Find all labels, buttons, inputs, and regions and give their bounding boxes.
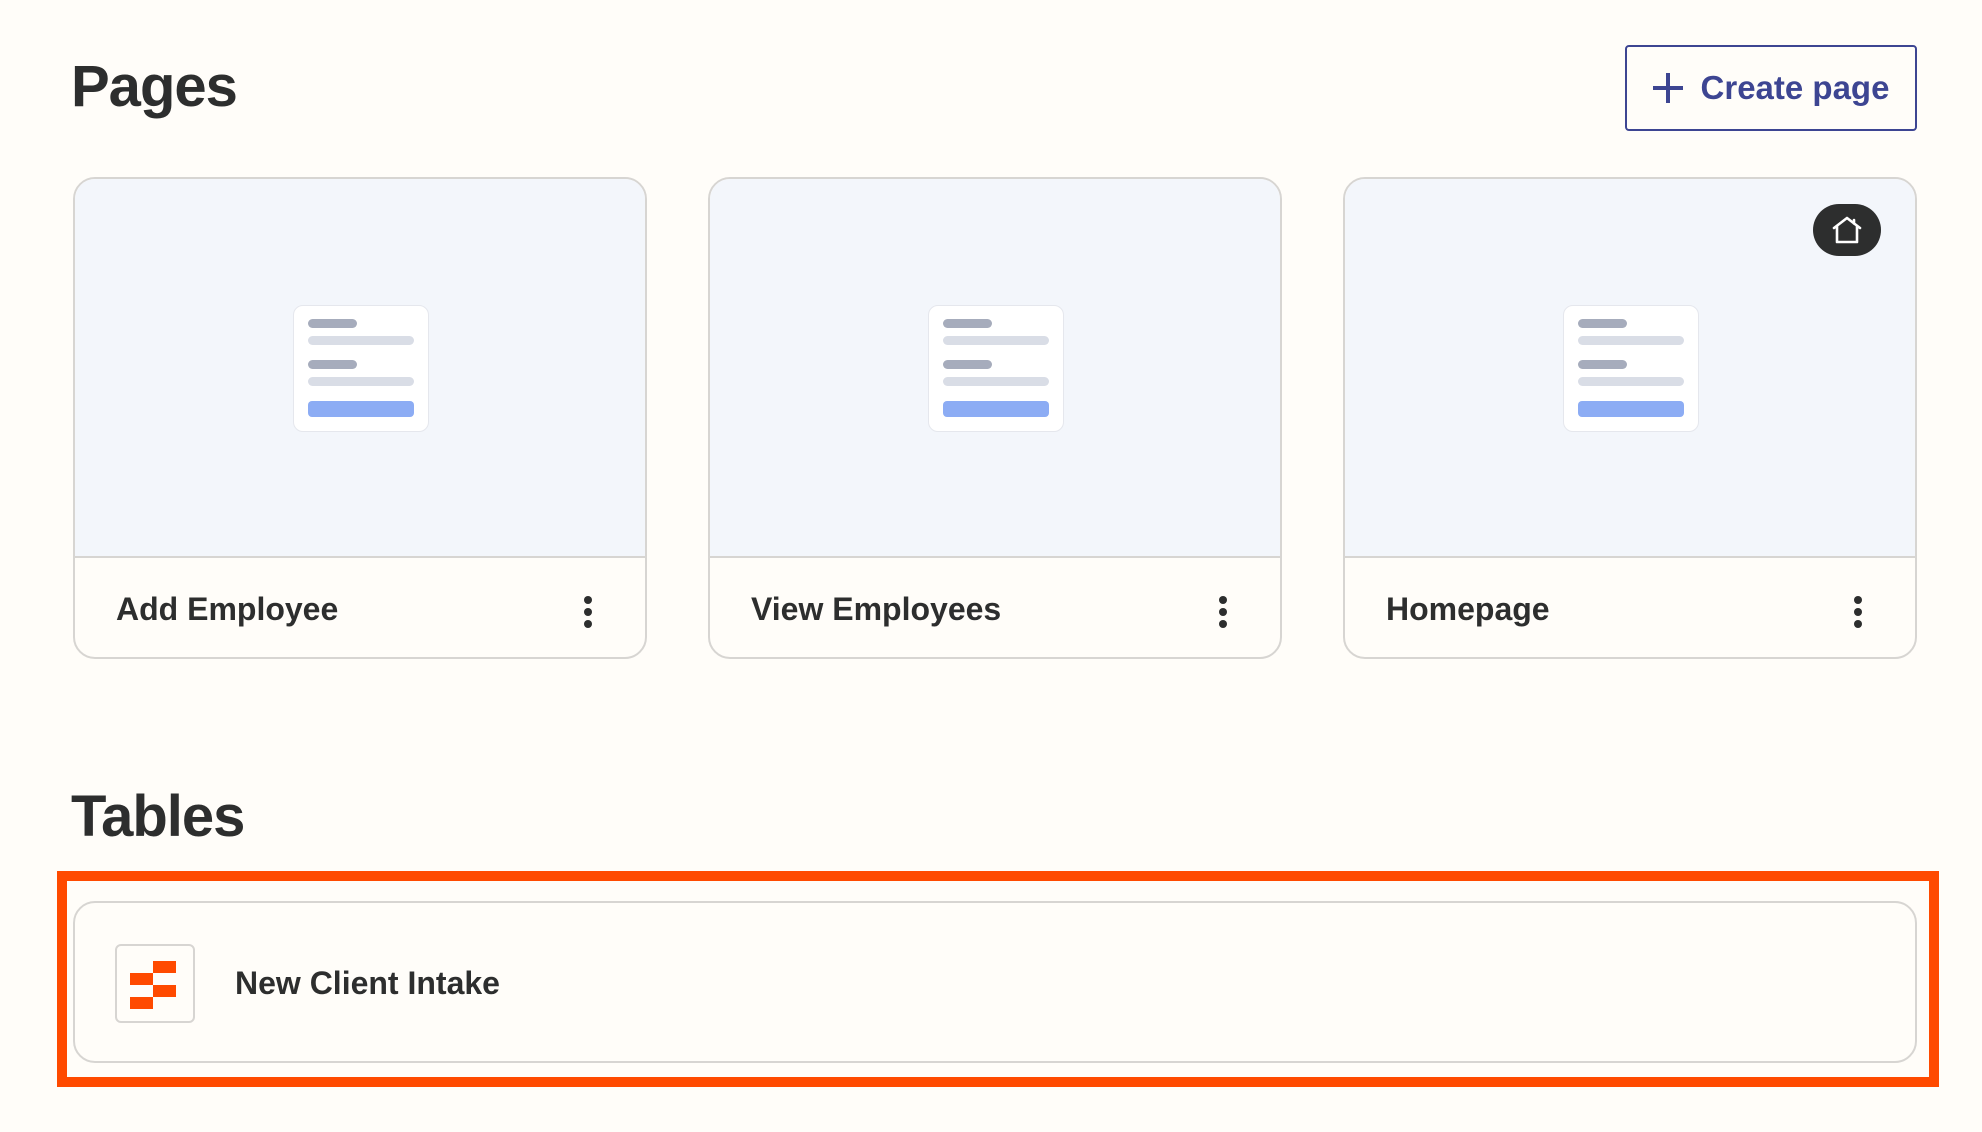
page-preview-icon	[293, 305, 429, 432]
more-vertical-icon[interactable]	[1851, 592, 1865, 632]
page-name: View Employees	[751, 591, 1002, 627]
create-page-button[interactable]: Create page	[1625, 45, 1917, 131]
more-vertical-icon[interactable]	[581, 592, 595, 632]
home-icon	[1832, 216, 1862, 244]
pages-heading: Pages	[71, 54, 238, 119]
page-card-footer: View Employees	[710, 560, 1280, 657]
page-thumbnail[interactable]	[710, 179, 1280, 558]
page-name: Add Employee	[116, 591, 339, 627]
page-preview-icon	[1563, 305, 1699, 432]
homepage-badge	[1813, 204, 1881, 256]
page-card-homepage[interactable]: Homepage	[1343, 177, 1917, 659]
page-card-add-employee[interactable]: Add Employee	[73, 177, 647, 659]
plus-icon	[1652, 73, 1683, 103]
more-vertical-icon[interactable]	[1216, 592, 1230, 632]
page-name: Homepage	[1386, 591, 1550, 627]
page-card-footer: Add Employee	[75, 560, 645, 657]
table-name: New Client Intake	[235, 965, 500, 1001]
page-preview-icon	[928, 305, 1064, 432]
create-page-label: Create page	[1700, 69, 1890, 106]
table-item-new-client-intake[interactable]: New Client Intake	[73, 901, 1917, 1063]
page-thumbnail[interactable]	[1345, 179, 1915, 558]
zapier-tables-icon	[115, 944, 195, 1023]
page-card-footer: Homepage	[1345, 560, 1915, 657]
tables-heading: Tables	[71, 784, 245, 849]
page-thumbnail[interactable]	[75, 179, 645, 558]
page-card-view-employees[interactable]: View Employees	[708, 177, 1282, 659]
